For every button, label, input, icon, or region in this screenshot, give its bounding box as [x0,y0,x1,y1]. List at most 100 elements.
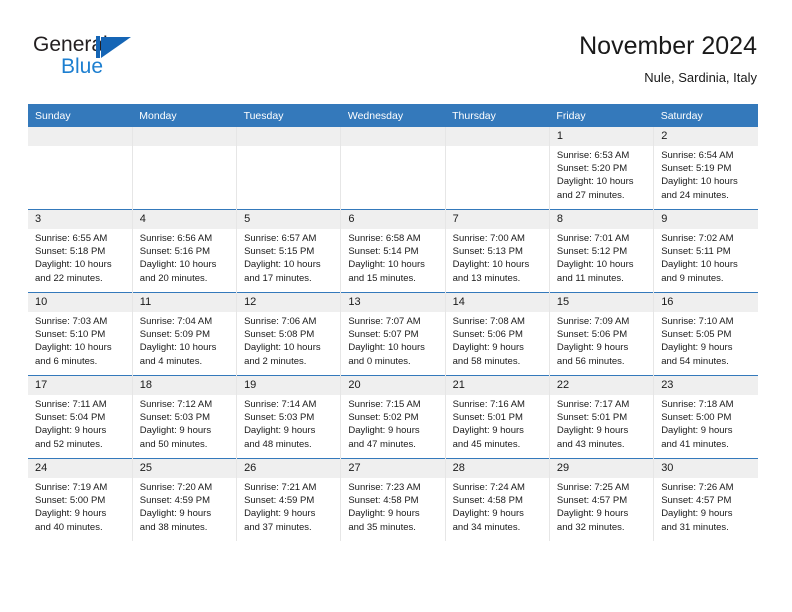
day-sunrise-text: Sunrise: 7:17 AM [556,399,630,410]
calendar-day-cell[interactable]: 15 Sunrise: 7:09 AM Sunset: 5:06 PM Dayligh… [548,292,654,376]
calendar-day-cell[interactable]: 24 Sunrise: 7:19 AM Sunset: 5:00 PM Dayligh… [28,458,133,541]
day-sun-info: Sunrise: 7:09 AM Sunset: 5:06 PM Daylight:… [550,312,653,368]
calendar-day-cell[interactable]: 14 Sunrise: 7:08 AM Sunset: 5:06 PM Dayligh… [444,292,550,376]
calendar-day-cell[interactable]: 18 Sunrise: 7:12 AM Sunset: 5:03 PM Dayligh… [131,375,237,459]
day-sun-info: Sunrise: 6:56 AM Sunset: 5:16 PM Daylight:… [133,229,236,285]
brand-logo[interactable]: General Blue [33,33,193,85]
calendar-day-cell[interactable]: 4 Sunrise: 6:56 AM Sunset: 5:16 PM Daylight… [131,209,237,293]
calendar-day-cell[interactable]: 19 Sunrise: 7:14 AM Sunset: 5:03 PM Dayligh… [236,375,341,459]
calendar-day-cell[interactable]: 2 Sunrise: 6:54 AM Sunset: 5:19 PM Daylight… [653,127,758,210]
day-daylight-text: and 15 minutes. [348,272,416,284]
day-number: 10 [28,293,132,312]
day-sunset-text: Sunset: 4:58 PM [452,495,523,507]
day-daylight-text: Daylight: 10 hours [35,259,112,271]
day-number [132,127,237,146]
weekday-header-monday: Monday [132,104,237,127]
day-sun-info: Sunrise: 7:04 AM Sunset: 5:09 PM Daylight:… [133,312,236,368]
day-sunset-text: Sunset: 5:19 PM [661,163,732,175]
day-daylight-text: and 40 minutes. [35,521,103,533]
day-sunset-text: Sunset: 5:06 PM [556,329,628,341]
calendar-day-cell[interactable]: 17 Sunrise: 7:11 AM Sunset: 5:04 PM Dayligh… [28,375,133,459]
calendar-day-cell[interactable]: 22 Sunrise: 7:17 AM Sunset: 5:01 PM Dayligh… [548,375,654,459]
calendar-day-cell[interactable]: 7 Sunrise: 7:00 AM Sunset: 5:13 PM Daylight… [444,209,550,293]
day-sunset-text: Sunset: 4:58 PM [348,495,419,507]
calendar-body: 1 Sunrise: 6:53 AM Sunset: 5:20 PM Daylight… [28,127,758,541]
day-sun-info: Sunrise: 7:00 AM Sunset: 5:13 PM Daylight:… [446,229,549,285]
calendar-day-cell[interactable]: 28 Sunrise: 7:24 AM Sunset: 4:58 PM Dayligh… [444,458,550,541]
day-daylight-text: and 17 minutes. [244,272,312,284]
day-sunset-text: Sunset: 5:16 PM [139,246,211,258]
day-sunset-text: Sunset: 5:14 PM [348,246,419,258]
day-daylight-text: Daylight: 9 hours [452,425,524,437]
calendar-day-cell[interactable]: 13 Sunrise: 7:07 AM Sunset: 5:07 PM Dayligh… [340,292,446,376]
logo-triangle-shape [101,37,131,58]
calendar-day-cell[interactable]: 16 Sunrise: 7:10 AM Sunset: 5:05 PM Dayligh… [653,292,758,376]
day-daylight-text: Daylight: 10 hours [556,176,634,188]
day-sunset-text: Sunset: 5:01 PM [556,412,628,424]
calendar-day-cell[interactable]: 25 Sunrise: 7:20 AM Sunset: 4:59 PM Dayligh… [131,458,237,541]
calendar-day-cell[interactable]: 27 Sunrise: 7:23 AM Sunset: 4:58 PM Dayligh… [340,458,446,541]
day-daylight-text: and 38 minutes. [139,521,208,533]
day-daylight-text: and 56 minutes. [556,355,625,367]
day-sunset-text: Sunset: 5:07 PM [348,329,419,341]
calendar-day-cell[interactable]: 29 Sunrise: 7:25 AM Sunset: 4:57 PM Dayligh… [548,458,654,541]
day-sunrise-text: Sunrise: 7:21 AM [244,482,317,493]
day-sunset-text: Sunset: 5:13 PM [452,246,523,258]
day-daylight-text: and 31 minutes. [661,521,729,533]
day-daylight-text: Daylight: 10 hours [139,259,217,271]
calendar-day-cell[interactable]: 26 Sunrise: 7:21 AM Sunset: 4:59 PM Dayligh… [236,458,341,541]
calendar-day-cell[interactable]: 6 Sunrise: 6:58 AM Sunset: 5:14 PM Daylight… [340,209,446,293]
day-sun-info: Sunrise: 7:17 AM Sunset: 5:01 PM Daylight:… [550,395,653,451]
day-daylight-text: and 2 minutes. [244,355,307,367]
calendar-day-cell[interactable]: 10 Sunrise: 7:03 AM Sunset: 5:10 PM Dayligh… [28,292,133,376]
day-sun-info: Sunrise: 7:10 AM Sunset: 5:05 PM Daylight:… [654,312,758,368]
day-daylight-text: Daylight: 9 hours [139,508,212,520]
day-number: 18 [132,376,237,395]
day-daylight-text: Daylight: 10 hours [348,259,425,271]
day-number: 28 [445,459,549,478]
calendar-day-cell[interactable]: 5 Sunrise: 6:57 AM Sunset: 5:15 PM Daylight… [236,209,341,293]
day-number: 8 [549,210,654,229]
day-sunset-text: Sunset: 4:57 PM [556,495,628,507]
day-daylight-text: and 52 minutes. [35,438,103,450]
day-number: 11 [132,293,237,312]
day-daylight-text: and 0 minutes. [348,355,411,367]
day-sunset-text: Sunset: 5:11 PM [661,246,731,258]
calendar-day-cell[interactable]: 21 Sunrise: 7:16 AM Sunset: 5:01 PM Dayligh… [444,375,550,459]
day-sunrise-text: Sunrise: 7:15 AM [348,399,421,410]
day-daylight-text: and 34 minutes. [452,521,521,533]
calendar-day-cell-empty [131,127,237,210]
day-daylight-text: and 20 minutes. [139,272,208,284]
calendar-day-cell[interactable]: 3 Sunrise: 6:55 AM Sunset: 5:18 PM Daylight… [28,209,133,293]
day-daylight-text: and 6 minutes. [35,355,98,367]
day-number: 15 [549,293,654,312]
day-daylight-text: Daylight: 9 hours [348,508,420,520]
calendar-week-row: 1 Sunrise: 6:53 AM Sunset: 5:20 PM Daylight… [28,127,758,210]
calendar-day-cell[interactable]: 12 Sunrise: 7:06 AM Sunset: 5:08 PM Dayligh… [236,292,341,376]
day-daylight-text: Daylight: 10 hours [244,259,321,271]
day-sun-info: Sunrise: 7:03 AM Sunset: 5:10 PM Daylight:… [28,312,132,368]
day-daylight-text: Daylight: 10 hours [35,342,112,354]
calendar-day-cell[interactable]: 9 Sunrise: 7:02 AM Sunset: 5:11 PM Daylight… [653,209,758,293]
calendar-day-cell-empty [444,127,550,210]
day-number: 12 [237,293,341,312]
day-daylight-text: Daylight: 9 hours [661,425,733,437]
day-daylight-text: Daylight: 9 hours [452,342,524,354]
day-daylight-text: and 27 minutes. [556,189,625,201]
day-daylight-text: Daylight: 9 hours [244,508,316,520]
day-sunrise-text: Sunrise: 7:18 AM [661,399,734,410]
day-number: 7 [445,210,549,229]
calendar-day-cell[interactable]: 1 Sunrise: 6:53 AM Sunset: 5:20 PM Daylight… [548,127,654,210]
calendar-day-cell[interactable]: 20 Sunrise: 7:15 AM Sunset: 5:02 PM Dayligh… [340,375,446,459]
day-number: 23 [654,376,758,395]
day-number: 14 [445,293,549,312]
day-sun-info: Sunrise: 7:19 AM Sunset: 5:00 PM Daylight:… [28,478,132,534]
day-sun-info: Sunrise: 7:01 AM Sunset: 5:12 PM Daylight:… [550,229,653,285]
day-sun-info: Sunrise: 7:23 AM Sunset: 4:58 PM Daylight:… [341,478,444,534]
calendar-day-cell[interactable]: 11 Sunrise: 7:04 AM Sunset: 5:09 PM Dayligh… [131,292,237,376]
calendar-day-cell[interactable]: 30 Sunrise: 7:26 AM Sunset: 4:57 PM Dayligh… [653,458,758,541]
calendar-day-cell[interactable]: 23 Sunrise: 7:18 AM Sunset: 5:00 PM Dayligh… [653,375,758,459]
day-number: 6 [341,210,445,229]
calendar-day-cell[interactable]: 8 Sunrise: 7:01 AM Sunset: 5:12 PM Daylight… [548,209,654,293]
day-daylight-text: Daylight: 10 hours [452,259,530,271]
